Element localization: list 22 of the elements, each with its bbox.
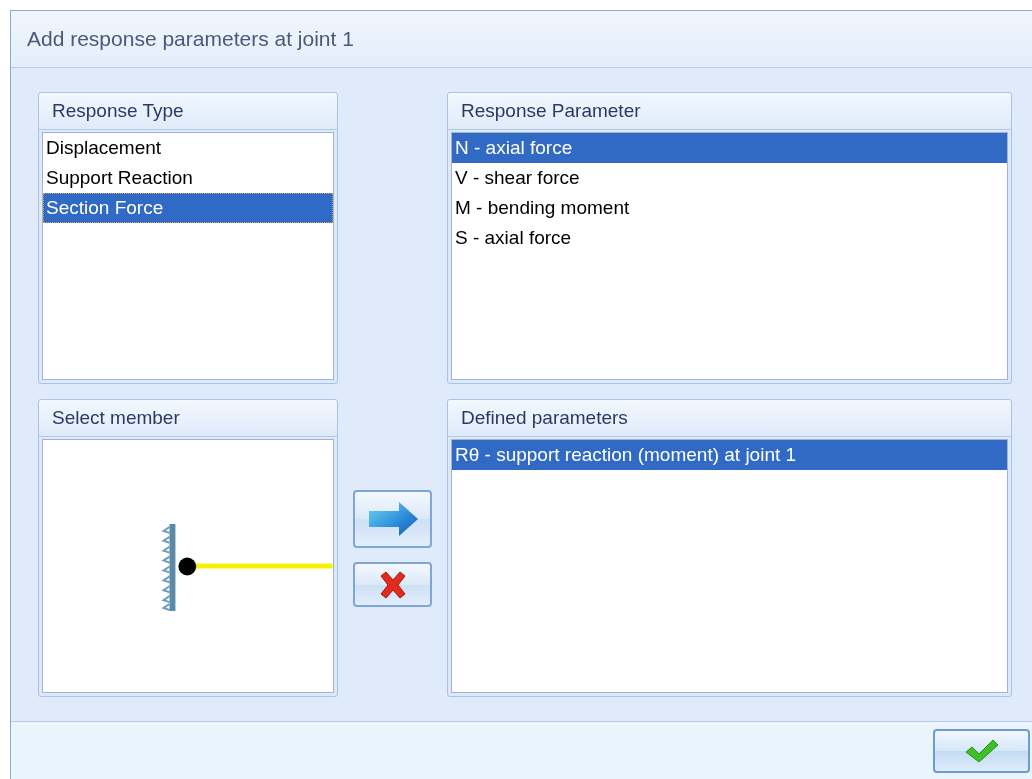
list-item[interactable]: V - shear force — [452, 163, 1007, 193]
group-title: Response Type — [52, 100, 184, 122]
delete-button[interactable] — [353, 562, 432, 607]
group-title: Defined parameters — [461, 407, 628, 429]
list-item[interactable]: S - axial force — [452, 223, 1007, 253]
list-item[interactable]: Support Reaction — [43, 163, 333, 193]
right-arrow-icon — [366, 501, 419, 537]
list-item[interactable]: Section Force — [43, 193, 333, 223]
list-item[interactable]: Displacement — [43, 133, 333, 163]
list-box[interactable]: N - axial force V - shear force M - bending moment S - axial force — [451, 132, 1008, 380]
list-item[interactable]: N - axial force — [452, 133, 1007, 163]
member-canvas[interactable] — [42, 439, 334, 693]
ok-button[interactable] — [933, 728, 1030, 773]
window-title: Add response parameters at joint 1 — [27, 27, 354, 51]
list-item[interactable]: Rθ - support reaction (moment) at joint 1 — [452, 440, 1007, 470]
group-title: Response Parameter — [461, 100, 641, 122]
checkmark-icon — [963, 738, 1000, 763]
group-title: Select member — [52, 407, 180, 429]
list-box[interactable]: Displacement Support Reaction Section Force — [42, 132, 334, 380]
list-item[interactable]: M - bending moment — [452, 193, 1007, 223]
list-box[interactable]: Rθ - support reaction (moment) at joint 1 — [451, 439, 1008, 693]
add-button[interactable] — [353, 490, 432, 548]
